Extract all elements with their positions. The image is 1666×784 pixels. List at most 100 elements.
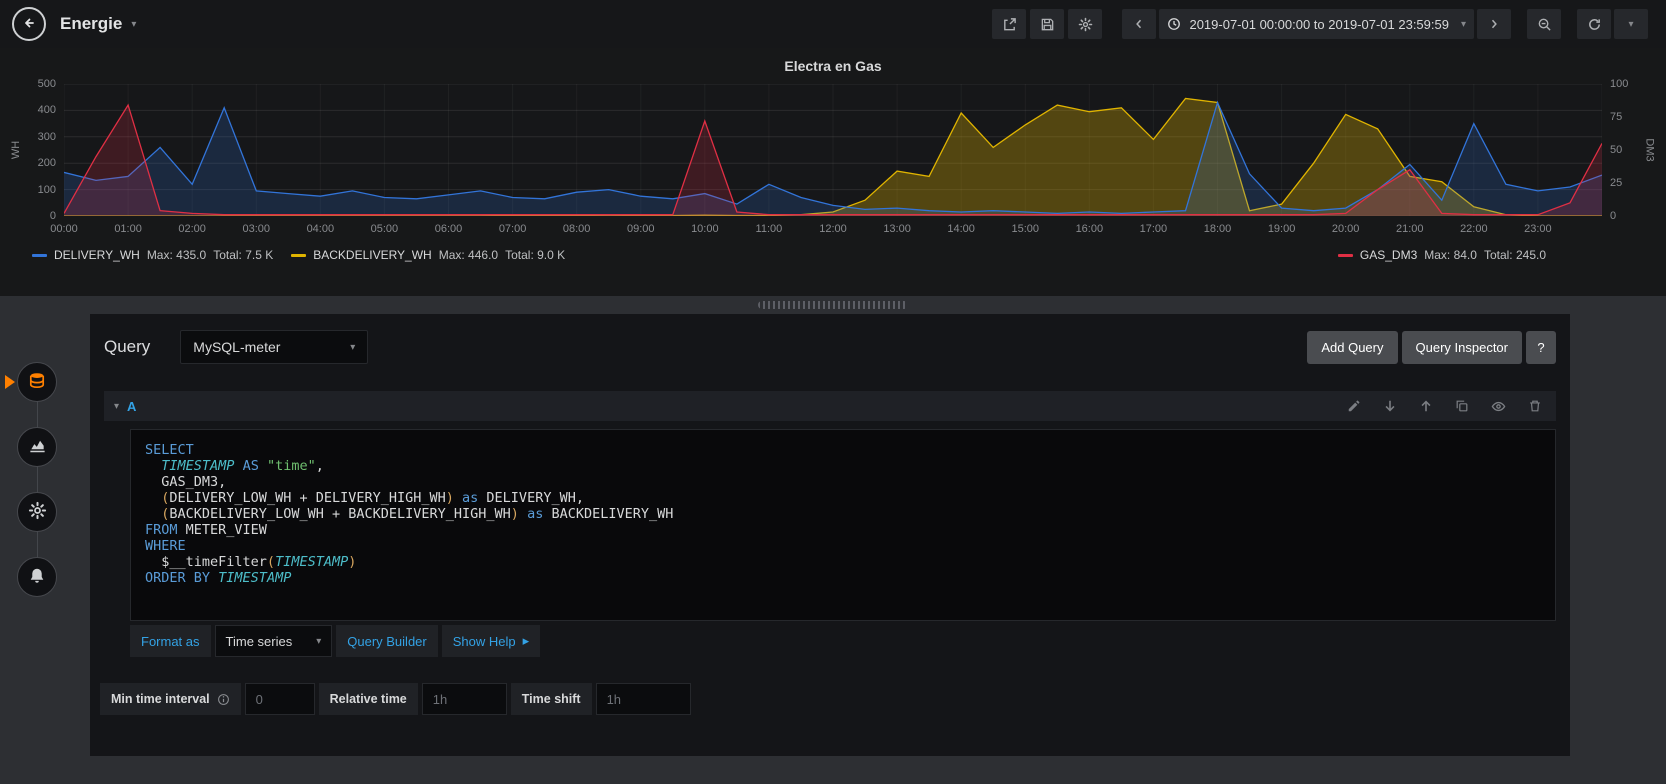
zoom-out-icon (1537, 17, 1552, 32)
time-forward-button[interactable] (1477, 9, 1511, 39)
refresh-interval-dropdown[interactable]: ▾ (1614, 9, 1648, 39)
sql-line: ORDER BY TIMESTAMP (145, 570, 292, 586)
min-time-interval-input[interactable] (244, 683, 315, 715)
panel-resize-handle[interactable] (758, 301, 908, 309)
gear-icon (1078, 17, 1093, 32)
edit-tabs-sidebar (5, 362, 57, 597)
axis-tick: 75 (1610, 111, 1623, 123)
sql-line: WHERE (145, 538, 186, 554)
collapse-row-icon[interactable]: ▾ (114, 401, 119, 412)
query-row-header: ▾ A (104, 391, 1556, 421)
sql-line: (DELIVERY_LOW_WH + DELIVERY_HIGH_WH) as … (161, 490, 584, 506)
info-icon[interactable] (217, 693, 230, 706)
sql-line: GAS_DM3, (145, 474, 227, 490)
relative-time-input[interactable] (421, 683, 507, 715)
x-axis-tick: 23:00 (1524, 223, 1552, 235)
query-inspector-button[interactable]: Query Inspector (1401, 330, 1522, 364)
time-shift-label: Time shift (510, 683, 592, 715)
x-axis-tick: 10:00 (691, 223, 719, 235)
axis-tick: 300 (37, 130, 56, 143)
database-icon (27, 371, 47, 394)
x-axis-tick: 22:00 (1460, 223, 1488, 235)
sql-editor[interactable]: SELECT TIMESTAMP AS "time", GAS_DM3, (DE… (130, 429, 1556, 621)
datasource-picker[interactable]: MySQL-meter ▾ (180, 330, 369, 364)
query-ref-id: A (127, 398, 137, 414)
axis-tick: 0 (49, 210, 56, 222)
query-builder-link[interactable]: Query Builder (336, 625, 438, 657)
x-axis-ticks: 00:00 01:00 02:00 03:00 04:00 05:00 06:00 07:00… (50, 216, 1602, 240)
axis-tick: 500 (37, 78, 56, 90)
query-row-actions (1347, 399, 1546, 414)
graph-panel: Electra en Gas WH 500 400 300 200 100 0 100 75… (0, 48, 1666, 296)
x-axis-tick: 05:00 (370, 223, 399, 235)
sql-line: (BACKDELIVERY_LOW_WH + BACKDELIVERY_HIGH… (161, 506, 674, 522)
time-range-text: 2019-07-01 00:00:00 to 2019-07-01 23:59:… (1189, 16, 1449, 32)
legend-item-GAS_DM3[interactable]: GAS_DM3 Max: 84.0 Total: 245.0 (1337, 248, 1546, 262)
share-button[interactable] (992, 9, 1027, 39)
share-icon (1002, 17, 1017, 32)
datasource-name: MySQL-meter (193, 339, 281, 355)
show-help-link[interactable]: Show Help ▸ (441, 625, 541, 657)
refresh-button[interactable] (1577, 9, 1611, 39)
legend-item-BACKDELIVERY_WH[interactable]: BACKDELIVERY_WH Max: 446.0 Total: 9.0 K (291, 248, 565, 262)
dashboard-settings-button[interactable] (1068, 9, 1103, 39)
query-header: Query MySQL-meter ▾ Add Query Query Insp… (90, 314, 1570, 364)
y-axis-label-left: WH (10, 140, 23, 160)
min-time-interval-label: Min time interval (100, 683, 241, 715)
zoom-out-button[interactable] (1527, 9, 1561, 39)
save-button[interactable] (1030, 9, 1065, 39)
trash-icon[interactable] (1528, 399, 1542, 413)
tab-visualization[interactable] (17, 427, 57, 467)
tab-general[interactable] (17, 492, 57, 532)
query-editor-panel: Query MySQL-meter ▾ Add Query Query Insp… (90, 314, 1570, 756)
y-axis-ticks-left: 500 400 300 200 100 0 (24, 78, 64, 222)
x-axis-tick: 18:00 (1203, 223, 1232, 235)
gear-icon (28, 501, 47, 523)
bell-icon (28, 567, 46, 588)
format-as-label: Format as (130, 625, 211, 657)
dashboard-title-dropdown[interactable]: Energie ▾ (60, 14, 136, 34)
format-value: Time series (225, 633, 293, 649)
sql-code: SELECT TIMESTAMP AS "time", GAS_DM3, (DE… (145, 442, 1541, 586)
y-axis-label-right: DM3 (1644, 138, 1657, 162)
legend-item-DELIVERY_WH[interactable]: DELIVERY_WH Max: 435.0 Total: 7.5 K (32, 248, 273, 262)
clock-icon (1167, 17, 1181, 31)
axis-tick: 100 (1610, 78, 1629, 90)
chevron-down-icon: ▾ (316, 635, 322, 647)
help-button[interactable]: ? (1526, 330, 1556, 364)
tab-queries[interactable] (5, 362, 57, 402)
x-axis-tick: 14:00 (947, 223, 975, 235)
section-title: Query (104, 337, 151, 356)
back-button[interactable] (12, 7, 46, 41)
sql-line: SELECT (145, 442, 194, 458)
add-query-button[interactable]: Add Query (1307, 330, 1398, 364)
panel-edit-area: Query MySQL-meter ▾ Add Query Query Insp… (0, 296, 1666, 784)
legend-swatch (32, 253, 47, 257)
x-axis-tick: 16:00 (1075, 223, 1104, 235)
x-axis-tick: 11:00 (755, 223, 783, 235)
format-select[interactable]: Time series ▾ (214, 625, 333, 657)
time-shift-input[interactable] (595, 683, 691, 715)
axis-tick: 25 (1610, 177, 1623, 189)
axis-tick: 100 (37, 183, 56, 196)
panel-title[interactable]: Electra en Gas (8, 54, 1658, 74)
edit-icon[interactable] (1347, 399, 1361, 413)
chart-icon (28, 436, 47, 458)
chart-plot[interactable] (64, 84, 1602, 216)
refresh-icon (1587, 17, 1602, 32)
relative-time-label: Relative time (318, 683, 418, 715)
duplicate-icon[interactable] (1455, 399, 1469, 413)
tab-alert[interactable] (17, 557, 57, 597)
time-back-button[interactable] (1122, 9, 1157, 39)
disable-query-eye-icon[interactable] (1491, 399, 1506, 414)
legend: DELIVERY_WH Max: 435.0 Total: 7.5 K BACKDEL… (8, 248, 1658, 262)
expand-icon: ▸ (522, 633, 530, 648)
time-range-button[interactable]: 2019-07-01 00:00:00 to 2019-07-01 23:59:… (1159, 9, 1474, 39)
x-axis-tick: 19:00 (1267, 223, 1296, 235)
move-up-icon[interactable] (1419, 399, 1433, 413)
refresh-controls: ▾ (1577, 9, 1648, 39)
move-down-icon[interactable] (1383, 399, 1397, 413)
sql-line: $__timeFilter(TIMESTAMP) (145, 554, 357, 570)
axis-tick: 50 (1610, 144, 1623, 156)
x-axis-tick: 12:00 (819, 223, 847, 235)
